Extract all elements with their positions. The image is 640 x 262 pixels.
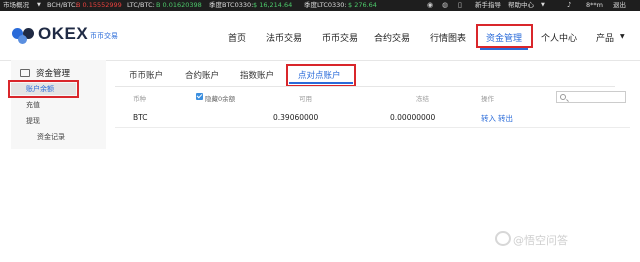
products-caret-icon[interactable]: ▼	[620, 33, 625, 40]
dropdown-caret-icon[interactable]: ▼	[37, 0, 41, 11]
btc-quarter-label: 季度BTC0330:	[209, 1, 254, 9]
logout-link[interactable]: 退出	[613, 0, 626, 11]
btc-quarter-price: $ 16,214.64	[253, 1, 293, 9]
sidebar-item-deposit[interactable]: 充值	[26, 100, 40, 110]
bell-icon[interactable]: ♪	[567, 0, 571, 11]
tab-spot-account[interactable]: 币币账户	[129, 69, 163, 81]
mobile-icon[interactable]: ▯	[458, 0, 462, 11]
sidebar-item-withdraw[interactable]: 提现	[26, 116, 40, 126]
hide-zero-label[interactable]: 隐藏0余额	[205, 93, 235, 103]
ltc-quarter-label: 季度LTC0330:	[304, 1, 347, 9]
logo-text[interactable]: OKEX	[38, 24, 88, 44]
row-available: 0.39060000	[273, 113, 319, 122]
market-overview-label[interactable]: 市场概况	[3, 0, 29, 11]
transfer-out-link[interactable]: 转出	[498, 113, 513, 124]
nav-active-underline	[480, 48, 528, 50]
chat-bubble-icon	[495, 231, 511, 246]
tab-futures-account[interactable]: 合约账户	[185, 69, 219, 81]
tab-active-underline	[289, 82, 353, 84]
tab-divider	[115, 86, 615, 87]
username[interactable]: 8**m	[586, 0, 603, 11]
nav-fiat-trading[interactable]: 法币交易	[266, 31, 302, 44]
search-icon	[560, 94, 566, 100]
row-divider	[115, 127, 630, 128]
col-actions: 操作	[481, 95, 494, 103]
guide-link[interactable]: 新手指导	[475, 0, 501, 11]
market-ticker-bar: 市场概况 ▼ BCH/BTC: B 0.15552999 LTC/BTC: B …	[0, 0, 640, 11]
nav-highlight-box	[476, 24, 533, 48]
row-currency: BTC	[133, 113, 148, 122]
hide-zero-checkbox[interactable]	[196, 93, 203, 100]
help-center-link[interactable]: 帮助中心	[508, 0, 534, 11]
nav-products[interactable]: 产品	[596, 31, 614, 44]
sidebar-highlight-box	[8, 80, 79, 98]
col-currency: 币种	[133, 95, 146, 103]
transfer-in-link[interactable]: 转入	[481, 113, 496, 124]
watermark: @悟空问答	[513, 234, 568, 247]
search-input[interactable]	[556, 91, 626, 103]
nav-spot-trading[interactable]: 币币交易	[322, 31, 358, 44]
ltc-pair-label: LTC/BTC:	[127, 1, 155, 9]
help-caret-icon[interactable]: ▼	[541, 0, 545, 11]
ltc-price: B 0.01620398	[156, 1, 202, 9]
tab-index-account[interactable]: 指数账户	[240, 69, 274, 81]
ltc-quarter-price: $ 276.64	[348, 1, 377, 9]
main-header: OKEX 币币交易 首页 法币交易 币币交易 合约交易 行情图表 资金管理 个人…	[0, 11, 640, 61]
sidebar-heading: 资金管理	[36, 69, 71, 79]
logo-dot-light	[18, 35, 27, 44]
nav-personal-center[interactable]: 个人中心	[541, 31, 577, 44]
bch-pair-label: BCH/BTC:	[47, 1, 78, 9]
bch-price: B 0.15552999	[76, 1, 122, 9]
nav-home[interactable]: 首页	[228, 31, 246, 44]
sidebar-item-records[interactable]: 资金记录	[37, 132, 65, 142]
wechat-icon[interactable]: ◍	[442, 0, 448, 11]
weibo-icon[interactable]: ◉	[427, 0, 433, 11]
wallet-icon	[20, 69, 30, 77]
col-available: 可用	[299, 95, 312, 103]
col-frozen: 冻结	[416, 95, 429, 103]
nav-charts[interactable]: 行情图表	[430, 31, 466, 44]
nav-futures-trading[interactable]: 合约交易	[374, 31, 410, 44]
row-frozen: 0.00000000	[390, 113, 436, 122]
app-root: 市场概况 ▼ BCH/BTC: B 0.15552999 LTC/BTC: B …	[0, 0, 640, 262]
logo-subtitle: 币币交易	[90, 32, 118, 40]
